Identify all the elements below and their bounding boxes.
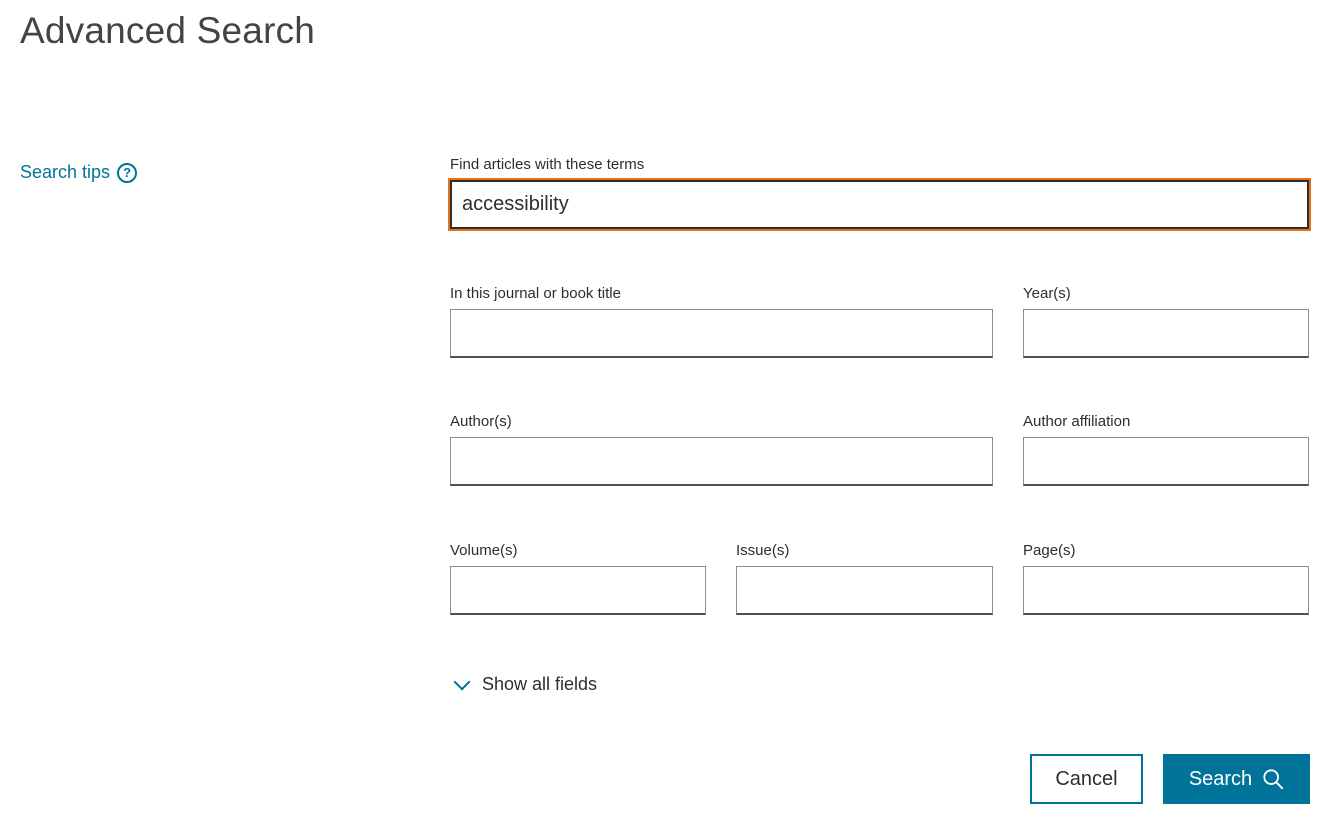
volume-input[interactable]: [450, 566, 706, 615]
pages-label: Page(s): [1023, 542, 1076, 559]
show-all-fields-toggle[interactable]: Show all fields: [452, 673, 598, 695]
cancel-button[interactable]: Cancel: [1030, 754, 1143, 804]
chevron-down-icon: [453, 673, 471, 690]
page-title: Advanced Search: [20, 10, 316, 51]
authors-label: Author(s): [450, 413, 512, 430]
issue-label: Issue(s): [736, 542, 790, 559]
journal-input[interactable]: [450, 309, 993, 358]
issue-input[interactable]: [736, 566, 993, 615]
search-button-label: Search: [1188, 767, 1253, 790]
show-all-fields-label: Show all fields: [482, 674, 598, 694]
cancel-button-label: Cancel: [1055, 767, 1118, 790]
authors-input[interactable]: [450, 437, 993, 486]
affiliation-label: Author affiliation: [1023, 413, 1131, 430]
search-tips-link[interactable]: Search tips ?: [20, 162, 138, 183]
years-input[interactable]: [1023, 309, 1309, 358]
terms-input[interactable]: [450, 180, 1309, 229]
help-circle-icon: ?: [117, 162, 138, 183]
search-button[interactable]: Search: [1163, 754, 1310, 804]
search-icon: [1263, 769, 1284, 790]
journal-label: In this journal or book title: [450, 285, 621, 302]
terms-label: Find articles with these terms: [450, 156, 645, 173]
pages-input[interactable]: [1023, 566, 1309, 615]
years-label: Year(s): [1023, 285, 1071, 302]
volume-label: Volume(s): [450, 542, 518, 559]
affiliation-input[interactable]: [1023, 437, 1309, 486]
search-tips-label: Search tips: [20, 162, 111, 182]
